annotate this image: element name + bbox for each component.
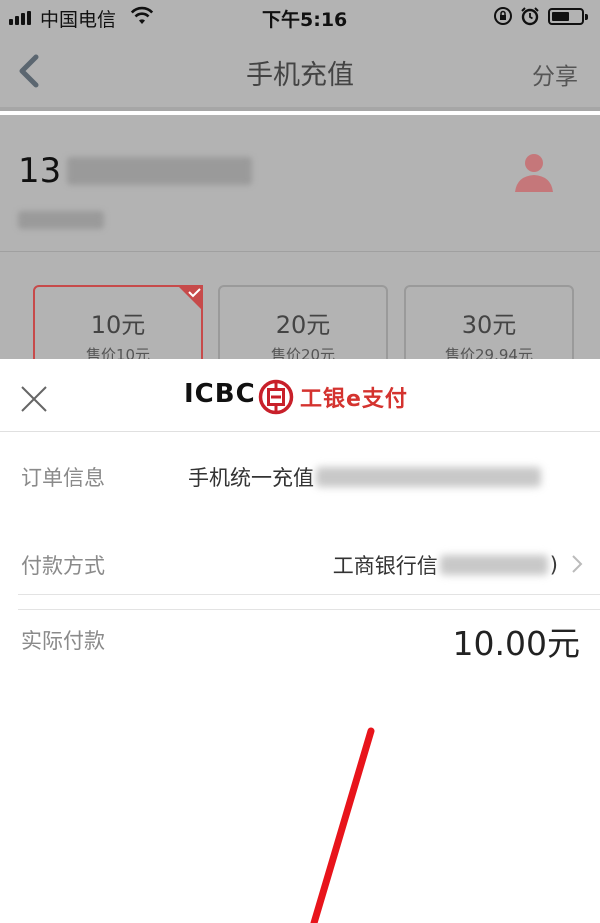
actual-payment-label: 实际付款: [21, 629, 105, 653]
rotation-lock-icon: [494, 7, 512, 25]
close-icon[interactable]: [20, 385, 48, 413]
amount-option-20[interactable]: 20元 售价20元: [218, 285, 388, 365]
amount-options: 10元 售价10元 20元 售价20元 30元 售价29.94元: [0, 252, 600, 365]
phone-number-prefix: 13: [18, 151, 62, 191]
page-title: 手机充值: [246, 60, 354, 91]
chevron-right-icon: [572, 555, 583, 573]
alarm-icon: [521, 7, 539, 26]
selected-check-icon: [177, 285, 203, 311]
payment-sheet-header: ICBC 工银e支付: [0, 359, 600, 432]
order-info-label: 订单信息: [21, 466, 105, 490]
icbc-logo-icon: [258, 379, 294, 415]
payment-method-suffix: ): [549, 553, 558, 577]
icbc-logo-text: ICBC: [184, 379, 256, 409]
row-divider: [18, 609, 600, 610]
amount-face: 20元: [275, 311, 331, 339]
card-number-redacted: [439, 555, 548, 575]
status-bar: 中国电信 下午5:16: [0, 0, 600, 33]
battery-icon: [548, 8, 588, 25]
actual-payment-amount: 10.00元: [452, 624, 580, 663]
phone-number-section: 13: [0, 115, 600, 252]
carrier-name: 中国电信: [40, 9, 117, 31]
amount-option-10[interactable]: 10元 售价10元: [33, 285, 203, 365]
payment-method-prefix: 工商银行信: [332, 554, 438, 578]
status-time: 下午5:16: [262, 9, 348, 31]
payment-method-value: 工商银行信 ): [333, 550, 558, 580]
payment-method-label: 付款方式: [21, 554, 105, 578]
phone-number-redacted: [67, 157, 253, 185]
carrier-location-redacted: [18, 211, 104, 229]
order-info-text: 手机统一充值: [188, 466, 314, 490]
payment-sheet: ICBC 工银e支付 订单信息 手机统一充值 付款方式 工商银行信 ) 实际付款…: [0, 359, 600, 923]
order-info-redacted: [316, 467, 541, 487]
phone-number-field[interactable]: 13: [18, 151, 253, 191]
nav-bar: 手机充值 分享: [0, 33, 600, 111]
share-button[interactable]: 分享: [532, 57, 578, 91]
cellular-signal-icon: [9, 11, 31, 25]
wifi-icon: [130, 6, 154, 24]
payment-method-row[interactable]: 付款方式 工商银行信 ): [0, 522, 600, 610]
order-info-value: 手机统一充值: [188, 462, 541, 492]
order-info-row: 订单信息 手机统一充值: [0, 433, 600, 595]
amount-option-30[interactable]: 30元 售价29.94元: [404, 285, 574, 365]
icbc-epay-brand: 工银e支付: [300, 387, 408, 412]
actual-payment-row: 实际付款 10.00元: [0, 611, 600, 671]
amount-face: 30元: [461, 311, 517, 339]
contact-person-icon[interactable]: [512, 150, 556, 194]
